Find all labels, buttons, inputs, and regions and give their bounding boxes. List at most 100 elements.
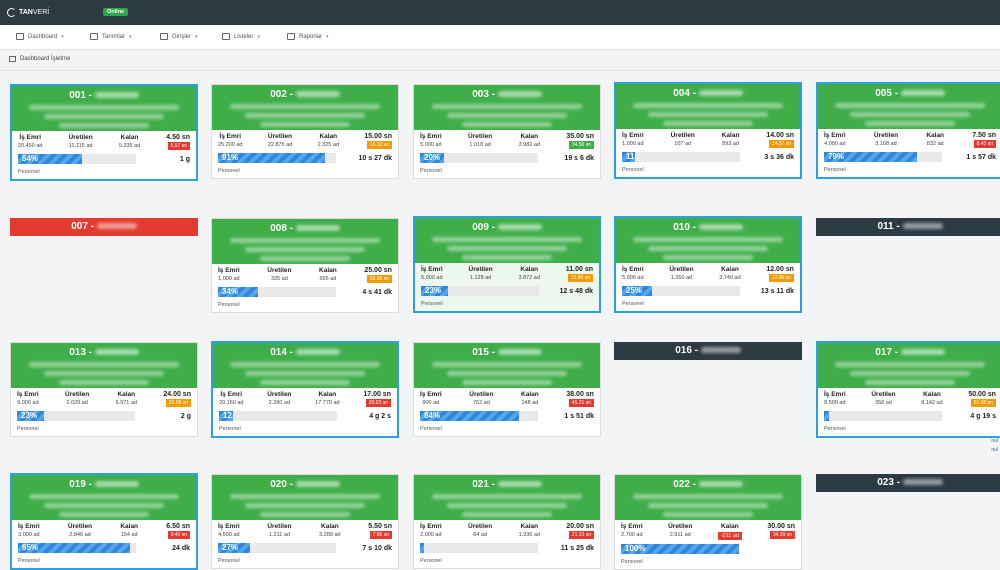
stat-label: Kalan	[117, 391, 136, 398]
app-logo[interactable]: TAN VERİ	[7, 7, 49, 18]
progress-bar: 95%	[18, 543, 136, 553]
machine-card[interactable]: 014 - İş Emri 20.160 ad Üretilen 2.390 ad Ka…	[211, 341, 399, 438]
stat-value: 8.142 ad	[921, 400, 943, 406]
card-title: 009 -	[421, 222, 593, 233]
remaining-time: 1 g	[179, 155, 190, 163]
staff-label: Personel	[622, 167, 644, 173]
breadcrumb: Dashboard İşletme	[9, 56, 70, 62]
card-header: 019 -	[12, 475, 196, 520]
machine-card[interactable]: 005 - İş Emri 4.000 ad Üretilen 3.168 ad Kal…	[816, 82, 1000, 179]
machine-card[interactable]: 001 - İş Emri 20.450 ad Üretilen 11.115 ad K…	[10, 84, 198, 181]
machine-name-blurred	[698, 224, 743, 231]
stat-column: Kalan 665 ad	[319, 267, 337, 283]
description-blurred	[462, 255, 552, 260]
cycle-time-column: 35.00 sn 34.56 sn	[566, 133, 594, 149]
stat-label: Üretilen	[670, 132, 695, 139]
progress-label: 27%	[222, 543, 239, 552]
machine-card[interactable]: 015 - İş Emri 900 ad Üretilen 752 ad Kalan 14…	[413, 342, 601, 437]
stat-value: 107 ad	[674, 141, 692, 147]
card-header: 003 -	[414, 85, 600, 130]
cycle-time-column: 38.00 sn 45.21 sn	[566, 391, 594, 407]
stat-column: Üretilen 3.168 ad	[874, 132, 898, 148]
stat-column: İş Emri 5.000 ad	[421, 266, 443, 282]
machine-idle-strip[interactable]: 023 -	[816, 474, 1000, 492]
machine-idle-strip[interactable]: 011 -	[816, 218, 1000, 236]
description-blurred	[447, 246, 567, 251]
description-blurred	[44, 114, 164, 119]
machine-idle-strip[interactable]: 007 -	[10, 218, 198, 236]
card-stats: İş Emri 1.000 ad Üretilen 107 ad Kalan 893 ad…	[616, 129, 800, 148]
target-cycle-time: 15.00 sn	[364, 133, 392, 140]
stat-value: 17.770 ad	[315, 400, 340, 406]
stat-column: İş Emri 4.000 ad	[824, 132, 846, 148]
machine-card[interactable]: 003 - İş Emri 5.000 ad Üretilen 1.018 ad Kal…	[413, 84, 601, 179]
stat-label: Kalan	[321, 523, 339, 530]
machine-idle-strip[interactable]: 016 -	[614, 342, 802, 360]
staff-label: Personel	[18, 169, 40, 175]
stat-column: İş Emri 8.500 ad	[824, 391, 846, 407]
machine-card[interactable]: 021 - İş Emri 2.000 ad Üretilen 64 ad Kalan 1…	[413, 474, 601, 569]
stat-label: İş Emri	[622, 266, 644, 273]
stat-column: Kalan 893 ad	[722, 132, 740, 148]
machine-card[interactable]: 002 - İş Emri 25.200 ad Üretilen 22.875 ad K…	[211, 84, 399, 179]
target-cycle-time: 11.00 sn	[565, 266, 593, 273]
progress-row: 25% 13 s 11 dk	[616, 282, 800, 296]
machine-card[interactable]: 009 - İş Emri 5.000 ad Üretilen 1.128 ad Kal…	[413, 216, 601, 313]
stat-value: 2.390 ad	[268, 400, 291, 406]
cycle-time-column: 11.00 sn 11.80 sn	[566, 266, 593, 282]
description-blurred	[447, 371, 567, 376]
side-link[interactable]: nul	[991, 438, 998, 444]
stat-column: İş Emri 3.000 ad	[18, 523, 40, 539]
cycle-time-column: 15.00 sn 16.19 sn	[364, 133, 392, 149]
menu-listeler[interactable]: Listeler ▾	[222, 33, 260, 40]
machine-name-blurred	[900, 90, 945, 97]
machine-card[interactable]: 004 - İş Emri 1.000 ad Üretilen 107 ad Kalan…	[614, 82, 802, 179]
machine-card[interactable]: 013 - İş Emri 9.000 ad Üretilen 2.029 ad Kal…	[10, 342, 198, 437]
stat-value: 148 ad	[521, 400, 539, 406]
stat-value: 8.500 ad	[824, 400, 846, 406]
stat-value: 5.000 ad	[421, 275, 443, 281]
machine-name-blurred	[497, 481, 542, 488]
progress-bar: 84%	[420, 411, 538, 421]
stat-value: 1.018 ad	[469, 142, 491, 148]
stat-label: İş Emri	[824, 132, 846, 139]
stat-column: İş Emri 20.160 ad	[219, 391, 243, 407]
stat-label: Üretilen	[871, 391, 896, 398]
machine-card[interactable]: 020 - İş Emri 4.500 ad Üretilen 1.211 ad Kal…	[211, 474, 399, 569]
card-title: 020 -	[218, 479, 392, 490]
stat-column: Üretilen 107 ad	[671, 132, 695, 148]
progress-row: 12 4 g 2 s	[213, 407, 397, 421]
stat-label: Üretilen	[67, 523, 93, 530]
description-blurred	[633, 494, 783, 499]
actual-cycle-badge: 7.86 sn	[369, 531, 392, 539]
stat-value: 3.000 ad	[18, 532, 40, 538]
side-link[interactable]: nul	[991, 447, 998, 453]
home-icon[interactable]	[9, 56, 16, 62]
menu-label: Raporlar	[299, 33, 323, 40]
machine-card[interactable]: 017 - İş Emri 8.500 ad Üretilen 358 ad Kalan…	[816, 341, 1000, 438]
staff-label: Personel	[218, 302, 240, 308]
stat-column: İş Emri 1.000 ad	[622, 132, 644, 148]
stat-label: İş Emri	[219, 133, 242, 140]
progress-bar: 91%	[218, 153, 336, 163]
machine-card[interactable]: 019 - İş Emri 3.000 ad Üretilen 2.846 ad Kal…	[10, 473, 198, 570]
stat-label: Kalan	[120, 134, 139, 141]
menu-girişler[interactable]: Girişler ▾	[160, 33, 198, 40]
card-header: 017 -	[818, 343, 1000, 388]
stat-label: Üretilen	[65, 391, 90, 398]
machine-name-blurred	[96, 223, 137, 230]
menu-raporlar[interactable]: Raporlar ▾	[287, 33, 329, 40]
card-stats: İş Emri 5.000 ad Üretilen 1.260 ad Kalan 3.74…	[616, 263, 800, 282]
machine-name-blurred	[902, 479, 943, 486]
progress-label: 12	[223, 411, 232, 420]
stat-column: Kalan 832 ad	[926, 132, 944, 148]
machine-card[interactable]: 008 - İş Emri 1.000 ad Üretilen 335 ad Kalan…	[211, 218, 399, 313]
machine-card[interactable]: 010 - İş Emri 5.000 ad Üretilen 1.260 ad Kal…	[614, 216, 802, 313]
target-cycle-time: 30.00 sn	[767, 523, 795, 530]
menu-tanımlar[interactable]: Tanımlar ▾	[90, 33, 132, 40]
menu-dashboard[interactable]: Dashboard ▾	[16, 33, 64, 40]
machine-name-blurred	[295, 349, 340, 356]
machine-card[interactable]: 022 - İş Emri 2.700 ad Üretilen 2.911 ad Kal…	[614, 474, 802, 570]
logo-text-light: VERİ	[32, 9, 50, 16]
cycle-time-column: 30.00 sn 34.39 sn	[767, 523, 795, 540]
